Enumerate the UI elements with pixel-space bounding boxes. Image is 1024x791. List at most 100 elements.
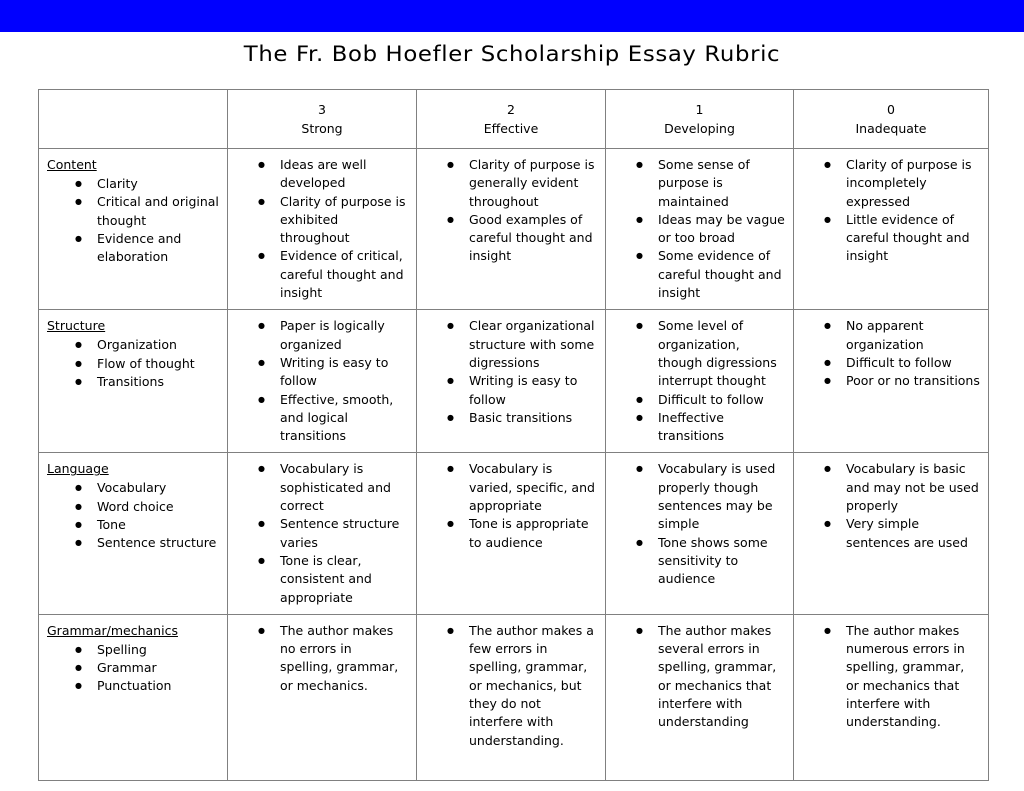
list-item: Poor or no transitions — [824, 371, 980, 391]
list-item: Basic transitions — [447, 408, 597, 428]
list-item: Clear organizational structure with some… — [447, 316, 597, 372]
list-item: Difficult to follow — [636, 390, 785, 410]
descriptor-cell-language-3: Vocabulary is sophisticated and correctS… — [227, 452, 417, 615]
list-item: Grammar — [75, 658, 219, 678]
list-item: Difficult to follow — [824, 353, 980, 373]
list-item: Paper is logically organized — [258, 316, 408, 354]
table-row: Content ClarityCritical and original tho… — [38, 147, 989, 311]
descriptor-list: The author makes several errors in spell… — [636, 621, 785, 732]
list-item: Little evidence of careful thought and i… — [824, 210, 980, 266]
list-item: No apparent organization — [824, 316, 980, 354]
criteria-title: Grammar/mechanics — [47, 622, 178, 638]
list-item: Ideas may be vague or too broad — [636, 210, 785, 248]
descriptor-list: No apparent organizationDifficult to fol… — [824, 316, 980, 391]
list-item: Very simple sentences are used — [824, 514, 980, 552]
list-item: Tone shows some sensitivity to audience — [636, 533, 785, 589]
list-item: Some sense of purpose is maintained — [636, 155, 785, 211]
header-score-label-1: Developing — [664, 121, 735, 136]
page-title: The Fr. Bob Hoefler Scholarship Essay Ru… — [243, 42, 781, 67]
criteria-item-list: SpellingGrammarPunctuation — [75, 640, 219, 697]
list-item: Writing is easy to follow — [447, 371, 597, 409]
descriptor-list: Clarity of purpose is generally evident … — [447, 155, 597, 266]
table-row: Grammar/mechanics SpellingGrammarPunctua… — [38, 613, 989, 781]
descriptor-cell-language-2: Vocabulary is varied, specific, and appr… — [416, 452, 606, 615]
descriptor-cell-structure-0: No apparent organizationDifficult to fol… — [793, 309, 989, 454]
descriptor-list: Clarity of purpose is incompletely expre… — [824, 155, 980, 266]
descriptor-cell-grammar-2: The author makes a few errors in spellin… — [416, 613, 606, 781]
criteria-item-list: VocabularyWord choiceToneSentence struct… — [75, 478, 219, 553]
descriptor-list: Vocabulary is basic and may not be used … — [824, 459, 980, 552]
header-cell-score-3: 3 Strong — [227, 89, 417, 149]
header-cell-criteria — [38, 89, 228, 149]
list-item: Word choice — [75, 497, 219, 517]
descriptor-list: The author makes numerous errors in spel… — [824, 621, 980, 732]
list-item: Evidence of critical, careful thought an… — [258, 246, 408, 302]
criteria-cell-content: Content ClarityCritical and original tho… — [38, 147, 228, 311]
top-blue-banner — [0, 0, 1024, 32]
descriptor-list: Clear organizational structure with some… — [447, 316, 597, 428]
descriptor-list: Ideas are well developedClarity of purpo… — [258, 155, 408, 302]
list-item: Evidence and elaboration — [75, 229, 219, 267]
descriptor-cell-grammar-0: The author makes numerous errors in spel… — [793, 613, 989, 781]
table-row: Structure OrganizationFlow of thoughtTra… — [38, 309, 989, 454]
list-item: Some evidence of careful thought and ins… — [636, 246, 785, 302]
list-item: Vocabulary is sophisticated and correct — [258, 459, 408, 515]
descriptor-list: Vocabulary is varied, specific, and appr… — [447, 459, 597, 552]
descriptor-cell-content-3: Ideas are well developedClarity of purpo… — [227, 147, 417, 311]
descriptor-list: Vocabulary is used properly though sente… — [636, 459, 785, 589]
list-item: Tone is appropriate to audience — [447, 514, 597, 552]
criteria-title: Structure — [47, 318, 106, 334]
list-item: Vocabulary is basic and may not be used … — [824, 459, 980, 515]
list-item: Vocabulary — [75, 478, 219, 498]
header-score-number-1: 1 — [695, 102, 704, 117]
descriptor-cell-grammar-1: The author makes several errors in spell… — [605, 613, 794, 781]
table-row: Language VocabularyWord choiceToneSenten… — [38, 452, 989, 615]
list-item: Sentence structure varies — [258, 514, 408, 552]
list-item: Some level of organization, though digre… — [636, 316, 785, 390]
header-score-label-0: Inadequate — [855, 121, 927, 136]
list-item: Clarity of purpose is exhibited througho… — [258, 192, 408, 248]
header-score-number-2: 2 — [507, 102, 515, 117]
list-item: Ideas are well developed — [258, 155, 408, 193]
list-item: Flow of thought — [75, 354, 219, 374]
list-item: Transitions — [75, 372, 219, 392]
descriptor-list: The author makes no errors in spelling, … — [258, 621, 408, 695]
descriptor-list: Some level of organization, though digre… — [636, 316, 785, 446]
descriptor-cell-grammar-3: The author makes no errors in spelling, … — [227, 613, 417, 781]
list-item: Tone is clear, consistent and appropriat… — [258, 551, 408, 607]
header-score-label-2: Effective — [483, 121, 539, 136]
list-item: Writing is easy to follow — [258, 353, 408, 391]
header-score-number-0: 0 — [887, 102, 895, 117]
list-item: Vocabulary is varied, specific, and appr… — [447, 459, 597, 515]
header-cell-score-2: 2 Effective — [416, 89, 606, 149]
list-item: Vocabulary is used properly though sente… — [636, 459, 785, 533]
descriptor-cell-structure-2: Clear organizational structure with some… — [416, 309, 606, 454]
criteria-cell-grammar: Grammar/mechanics SpellingGrammarPunctua… — [38, 613, 228, 781]
criteria-title: Language — [47, 461, 109, 477]
list-item: Sentence structure — [75, 533, 219, 553]
header-score-number-3: 3 — [318, 102, 326, 117]
header-cell-score-0: 0 Inadequate — [793, 89, 989, 149]
descriptor-list: Some sense of purpose is maintainedIdeas… — [636, 155, 785, 302]
list-item: Effective, smooth, and logical transitio… — [258, 390, 408, 446]
header-cell-score-1: 1 Developing — [605, 89, 794, 149]
list-item: The author makes no errors in spelling, … — [258, 621, 408, 695]
descriptor-cell-content-1: Some sense of purpose is maintainedIdeas… — [605, 147, 794, 311]
list-item: Spelling — [75, 640, 219, 660]
header-score-label-3: Strong — [301, 121, 343, 136]
criteria-title: Content — [47, 157, 97, 172]
list-item: Clarity of purpose is generally evident … — [447, 155, 597, 211]
list-item: Ineffective transitions — [636, 408, 785, 446]
descriptor-cell-language-1: Vocabulary is used properly though sente… — [605, 452, 794, 615]
list-item: Good examples of careful thought and ins… — [447, 210, 597, 266]
rubric-table: 3 Strong 2 Effective 1 Developing 0 Inad… — [38, 89, 989, 781]
descriptor-list: Paper is logically organizedWriting is e… — [258, 316, 408, 446]
list-item: The author makes numerous errors in spel… — [824, 621, 980, 732]
list-item: Clarity of purpose is incompletely expre… — [824, 155, 980, 211]
criteria-item-list: OrganizationFlow of thoughtTransitions — [75, 335, 219, 392]
list-item: The author makes a few errors in spellin… — [447, 621, 597, 750]
descriptor-cell-structure-1: Some level of organization, though digre… — [605, 309, 794, 454]
table-header-row: 3 Strong 2 Effective 1 Developing 0 Inad… — [38, 89, 989, 149]
descriptor-cell-structure-3: Paper is logically organizedWriting is e… — [227, 309, 417, 454]
list-item: The author makes several errors in spell… — [636, 621, 785, 732]
